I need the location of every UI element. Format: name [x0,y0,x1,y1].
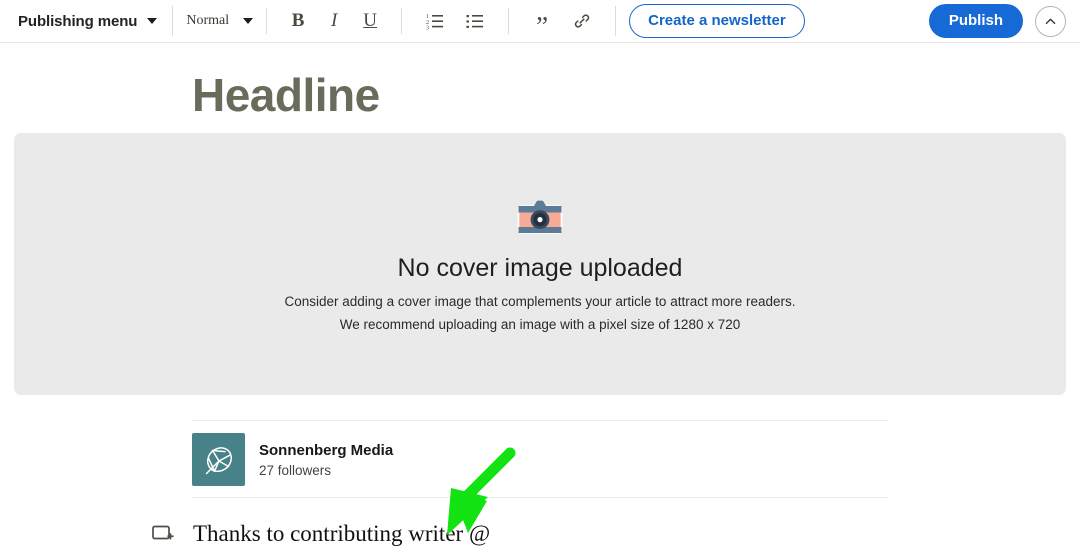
chevron-down-icon [243,18,254,24]
blockquote-button[interactable]: ” [527,6,557,39]
add-block-icon [152,525,174,540]
cover-empty-subtitle-2: We recommend uploading an image with a p… [339,316,741,332]
link-button[interactable] [567,6,597,36]
ordered-list-icon: 1 2 3 [426,14,444,31]
bulleted-list-icon [466,15,484,28]
cover-empty-subtitle-1: Consider adding a cover image that compl… [284,293,796,309]
ordered-list-button[interactable]: 1 2 3 [420,6,450,36]
publishing-menu-button[interactable]: Publishing menu [16,11,159,32]
article-body-row: Thanks to contributing writer @ [150,521,490,547]
add-block-button[interactable] [150,521,176,547]
author-block[interactable]: Sonnenberg Media 27 followers [192,433,393,486]
editor-toolbar: Publishing menu Normal B I U 1 2 3 ” Cre… [0,0,1080,43]
underline-button[interactable]: U [355,6,385,36]
collapse-toolbar-button[interactable] [1035,5,1066,37]
camera-icon [517,200,563,234]
author-name: Sonnenberg Media [259,441,394,459]
text-style-select[interactable]: Normal [186,13,254,29]
avatar [192,433,245,486]
author-text-group: Sonnenberg Media 27 followers [259,442,393,478]
link-icon [574,14,590,28]
toolbar-divider [508,8,510,34]
chevron-up-icon [1045,18,1056,24]
author-divider-top [192,420,888,421]
leaf-logo-icon [205,446,232,474]
italic-button[interactable]: I [319,6,349,36]
toolbar-divider [266,8,268,34]
cover-empty-title: No cover image uploaded [397,253,683,282]
cover-image-dropzone[interactable]: No cover image uploaded Consider adding … [14,133,1066,395]
publishing-menu-label: Publishing menu [18,12,138,30]
create-newsletter-button[interactable]: Create a newsletter [629,4,805,38]
author-followers-count: 27 followers [259,462,332,478]
bulleted-list-button[interactable] [460,6,490,36]
publish-button[interactable]: Publish [928,4,1023,38]
article-editor-canvas: Headline No cover image uploaded Conside… [0,43,1080,557]
toolbar-divider [401,8,403,34]
svg-text:3: 3 [426,26,429,31]
article-body-text[interactable]: Thanks to contributing writer @ [193,521,490,547]
headline-placeholder[interactable]: Headline [192,68,380,122]
chevron-down-icon [147,18,158,24]
toolbar-divider [615,6,617,36]
bold-button[interactable]: B [283,6,313,36]
text-style-value: Normal [186,13,230,28]
author-divider-bottom [192,497,888,498]
toolbar-divider [172,6,174,36]
